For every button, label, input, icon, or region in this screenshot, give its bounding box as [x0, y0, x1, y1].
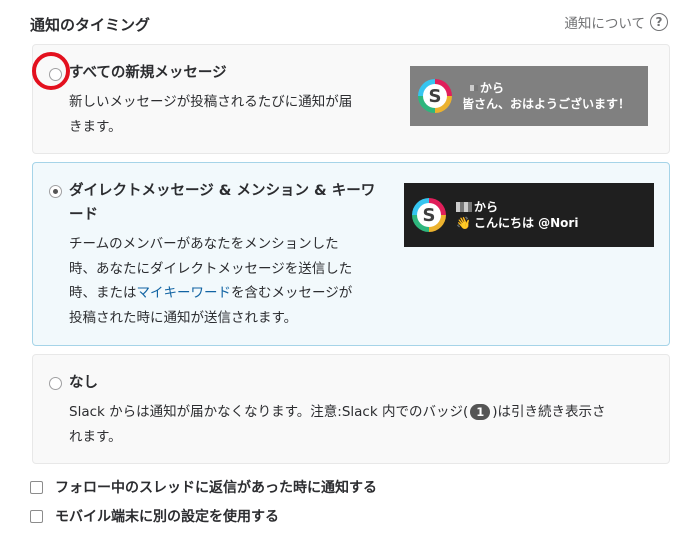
slack-logo-icon: S: [412, 198, 446, 232]
highlight-circle: [32, 52, 70, 90]
notification-timing-header: 通知のタイミング 通知について ?: [30, 12, 670, 36]
option-card-none[interactable]: なし Slack からは通知が届かなくなります。注意:Slack 内でのバッジ(…: [32, 354, 670, 464]
my-keywords-link[interactable]: マイキーワード: [137, 285, 232, 301]
redacted-sender-icon: [470, 85, 478, 91]
mobile-settings-checkbox-row[interactable]: モバイル端末に別の設定を使用する: [30, 506, 279, 526]
option-desc-all-messages: 新しいメッセージが投稿されるたびに通知が届 きます。: [69, 94, 353, 135]
preview-sender: から: [462, 80, 630, 96]
option-title-all-messages: すべての新規メッセージ: [69, 65, 227, 81]
thread-replies-checkbox-row[interactable]: フォロー中のスレッドに返信があった時に通知する: [30, 477, 377, 497]
thread-replies-checkbox[interactable]: [30, 480, 43, 494]
mobile-settings-checkbox[interactable]: [30, 509, 43, 523]
preview-dm-mentions: S から 👋 こんにちは @Nori: [404, 183, 654, 247]
preview-message: 皆さん、おはようございます！: [462, 97, 631, 111]
badge-count: 1: [470, 404, 491, 420]
about-notifications-link[interactable]: 通知について ?: [564, 12, 668, 32]
wave-emoji-icon: 👋: [456, 216, 471, 230]
option-title-dm-mentions-keywords: ダイレクトメッセージ & メンション & キーワ ード: [69, 183, 376, 223]
option-desc-dm-mentions-keywords: チームのメンバーがあなたをメンションした 時、あなたにダイレクトメッセージを送信…: [69, 236, 353, 326]
radio-none[interactable]: [49, 377, 62, 390]
slack-logo-icon: S: [418, 79, 452, 113]
option-title-none: なし: [69, 375, 98, 391]
page-title: 通知のタイミング: [30, 16, 151, 34]
redacted-sender-icon: [456, 202, 472, 212]
preview-all-messages: S から 皆さん、おはようございます！: [410, 66, 648, 126]
preview-message: 👋 こんにちは @Nori: [456, 216, 579, 230]
radio-dm-mentions-keywords[interactable]: [49, 185, 62, 198]
mobile-settings-label: モバイル端末に別の設定を使用する: [55, 509, 279, 525]
thread-replies-label: フォロー中のスレッドに返信があった時に通知する: [55, 480, 377, 496]
about-notifications-label: 通知について: [564, 16, 645, 32]
option-desc-none: Slack からは通知が届かなくなります。注意:Slack 内でのバッジ(1)は…: [69, 404, 606, 445]
help-icon: ?: [650, 13, 668, 31]
preview-sender: から: [456, 199, 578, 215]
